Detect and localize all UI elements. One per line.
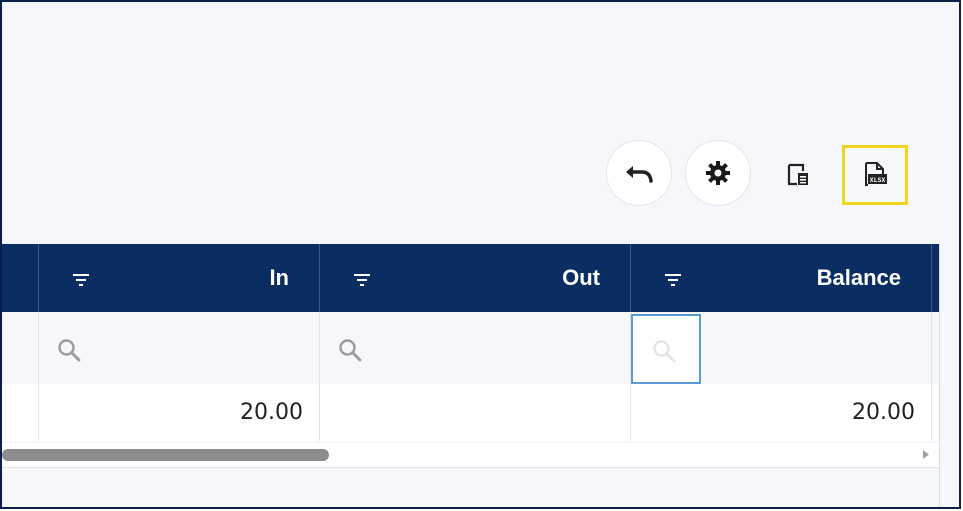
column-label-in: In (269, 265, 289, 290)
filter-cell-partial[interactable] (2, 312, 39, 384)
svg-text:XLSX: XLSX (870, 176, 886, 184)
column-label-out: Out (562, 265, 600, 290)
balance-value: 20.00 (852, 400, 915, 425)
in-value: 20.00 (240, 400, 303, 425)
column-header-balance[interactable]: Balance (631, 244, 932, 312)
xlsx-file-icon: XLSX (865, 162, 887, 186)
filter-cell-out[interactable] (320, 312, 631, 384)
scrollbar-thumb[interactable] (2, 449, 329, 461)
filter-icon[interactable] (665, 274, 681, 286)
table-row[interactable]: 20.00 20.00 (2, 384, 939, 441)
toolbar: XLSX (2, 2, 959, 242)
table-cell-balance: 20.00 (631, 384, 932, 441)
column-header-out[interactable]: Out (320, 244, 631, 312)
table-cell (2, 384, 39, 441)
filter-icon[interactable] (354, 274, 370, 286)
grid-header-row: In Out Balance (2, 244, 939, 312)
column-header-partial[interactable] (2, 244, 39, 312)
table-cell (932, 384, 939, 441)
settings-button[interactable] (685, 140, 751, 206)
page-layout-icon (787, 163, 808, 186)
grid-right-edge (939, 244, 940, 507)
filter-icon[interactable] (73, 274, 89, 286)
column-label-balance: Balance (816, 265, 901, 290)
search-icon[interactable] (652, 339, 676, 363)
export-xlsx-button[interactable]: XLSX (842, 145, 908, 205)
grid-filter-row (2, 312, 939, 384)
undo-button[interactable] (606, 140, 672, 206)
gear-icon (706, 161, 730, 185)
scroll-right-arrow-icon[interactable] (923, 450, 929, 459)
search-icon[interactable] (338, 338, 362, 362)
filter-cell-next[interactable] (932, 312, 939, 384)
search-input-focused[interactable] (631, 314, 701, 384)
horizontal-scrollbar[interactable] (2, 443, 939, 468)
undo-icon (626, 166, 653, 183)
column-header-next[interactable] (932, 244, 939, 312)
table-cell-in: 20.00 (39, 384, 320, 441)
page-layout-button[interactable] (770, 147, 826, 203)
app-frame: XLSX In Out Balance 20.00 20.00 (0, 0, 961, 509)
data-grid: In Out Balance 20.00 20.00 (2, 244, 939, 441)
filter-cell-balance[interactable] (631, 312, 932, 384)
table-cell-out (320, 384, 631, 441)
column-header-in[interactable]: In (39, 244, 320, 312)
filter-cell-in[interactable] (39, 312, 320, 384)
search-icon[interactable] (57, 338, 81, 362)
